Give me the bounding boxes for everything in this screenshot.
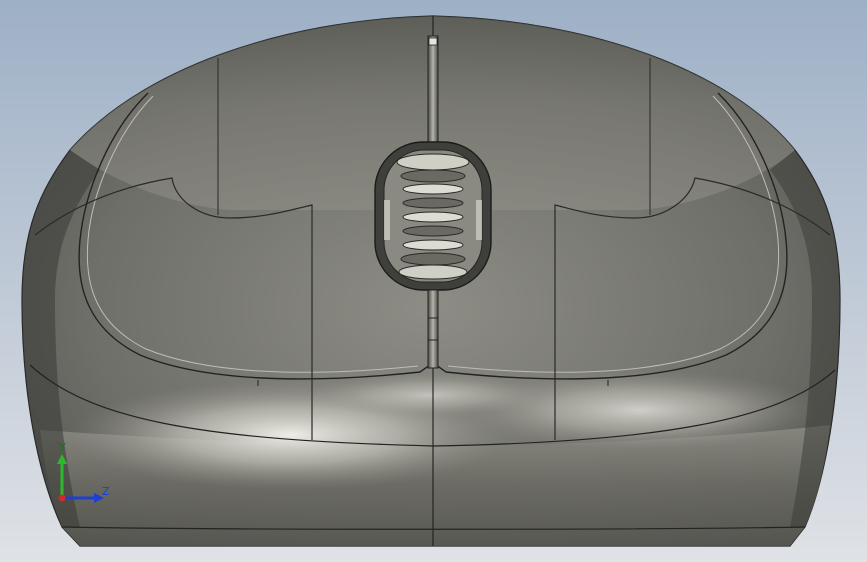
top-rib	[427, 35, 439, 152]
coordinate-triad: Y Z	[50, 440, 120, 510]
cad-viewport[interactable]: Y Z	[0, 0, 867, 562]
x-axis-point	[58, 494, 66, 502]
highlight-center	[310, 373, 550, 417]
scroll-wheel[interactable]	[396, 153, 470, 280]
y-axis-arrowhead	[57, 454, 67, 464]
mouse-model-view[interactable]	[0, 0, 867, 562]
top-rib-cap	[428, 37, 438, 46]
z-axis-label: Z	[102, 485, 110, 498]
wheel-side-left	[384, 200, 390, 240]
bottom-rib	[427, 289, 439, 369]
y-axis-label: Y	[59, 441, 66, 454]
wheel-side-right	[476, 200, 482, 240]
